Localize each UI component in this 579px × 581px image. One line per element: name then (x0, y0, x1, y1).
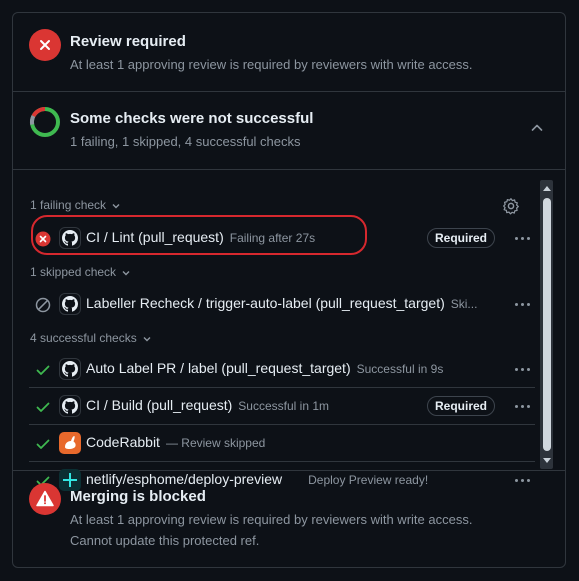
required-badge: Required (426, 228, 495, 248)
kebab-icon[interactable] (513, 396, 533, 416)
failing-group-label: 1 failing check (30, 198, 107, 212)
merge-title: Merging is blocked (70, 488, 206, 505)
required-badge: Required (426, 396, 495, 416)
x-icon (40, 40, 50, 50)
status-donut-icon (29, 106, 60, 137)
scroll-thumb[interactable] (543, 198, 551, 451)
review-section: Review required At least 1 approving rev… (13, 13, 565, 92)
checks-subtitle: 1 failing, 1 skipped, 4 successful check… (70, 134, 301, 149)
x-circle-icon (29, 29, 61, 61)
chevron-down-icon (143, 336, 151, 342)
check-row-auto-label[interactable]: Auto Label PR / label (pull_request_targ… (29, 351, 535, 388)
github-icon (62, 361, 78, 377)
successful-group-toggle[interactable]: 4 successful checks (30, 331, 152, 345)
kebab-icon[interactable] (513, 228, 533, 248)
github-app-badge (59, 395, 81, 417)
merge-line-2: Cannot update this protected ref. (70, 533, 260, 548)
scrollbar[interactable] (540, 180, 553, 469)
scroll-up-arrow[interactable] (543, 186, 551, 191)
merge-line-1: At least 1 approving review is required … (70, 512, 473, 527)
check-icon (36, 402, 50, 412)
check-name[interactable]: CI / Build (pull_request) Successful in 1… (86, 397, 329, 413)
check-title: Labeller Recheck / trigger-auto-label (p… (86, 295, 445, 311)
rabbit-glyph (65, 436, 76, 449)
scroll-down-arrow[interactable] (543, 458, 551, 463)
checks-list: 1 failing check CI / Lint (pull_request)… (13, 170, 565, 491)
github-icon (62, 230, 78, 246)
github-app-badge (59, 293, 81, 315)
check-title: Auto Label PR / label (pull_request_targ… (86, 360, 351, 376)
failing-group-toggle[interactable]: 1 failing check (30, 198, 121, 212)
kebab-icon[interactable] (513, 294, 533, 314)
merge-blocked-section: Merging is blocked At least 1 approving … (13, 471, 565, 567)
check-row-coderabbit[interactable]: CodeRabbit — Review skipped (29, 425, 535, 462)
merge-box: Review required At least 1 approving rev… (12, 12, 566, 568)
check-description: Ski... (450, 297, 478, 311)
github-app-badge (59, 358, 81, 380)
check-row-ci-build[interactable]: CI / Build (pull_request) Successful in 1… (29, 388, 535, 425)
successful-group-label: 4 successful checks (30, 331, 137, 345)
check-row-ci-lint[interactable]: CI / Lint (pull_request) Failing after 27… (29, 220, 535, 258)
check-description: Successful in 9s (356, 362, 444, 376)
check-title: CodeRabbit (86, 434, 160, 450)
alert-icon (36, 490, 54, 507)
check-icon (36, 365, 50, 375)
review-subtitle: At least 1 approving review is required … (70, 57, 473, 72)
chevron-up-icon[interactable] (529, 120, 545, 136)
check-title: CI / Build (pull_request) (86, 397, 233, 413)
github-icon (62, 398, 78, 414)
review-title: Review required (70, 33, 186, 50)
coderabbit-icon (59, 432, 81, 454)
check-title: CI / Lint (pull_request) (86, 229, 224, 245)
skip-icon (35, 297, 51, 313)
alert-circle (29, 483, 61, 515)
checks-title: Some checks were not successful (70, 110, 314, 127)
github-app-badge (59, 227, 81, 249)
chevron-down-icon (112, 203, 120, 209)
check-name[interactable]: Auto Label PR / label (pull_request_targ… (86, 360, 443, 376)
kebab-icon[interactable] (513, 359, 533, 379)
chevron-down-icon (122, 270, 130, 276)
check-description: — Review skipped (165, 436, 266, 450)
check-name[interactable]: Labeller Recheck / trigger-auto-label (p… (86, 295, 477, 311)
check-name[interactable]: CI / Lint (pull_request) Failing after 27… (86, 229, 315, 245)
check-icon (36, 439, 50, 449)
check-description: Successful in 1m (238, 399, 329, 413)
checks-summary-section[interactable]: Some checks were not successful 1 failin… (13, 92, 565, 170)
check-row-labeller-recheck[interactable]: Labeller Recheck / trigger-auto-label (p… (29, 286, 535, 322)
check-description: Failing after 27s (229, 231, 316, 245)
gear-icon[interactable] (502, 197, 520, 215)
x-circle-fill-icon (35, 231, 51, 247)
check-name[interactable]: CodeRabbit — Review skipped (86, 434, 265, 450)
skipped-group-toggle[interactable]: 1 skipped check (30, 265, 131, 279)
skipped-group-label: 1 skipped check (30, 265, 117, 279)
github-icon (62, 296, 78, 312)
